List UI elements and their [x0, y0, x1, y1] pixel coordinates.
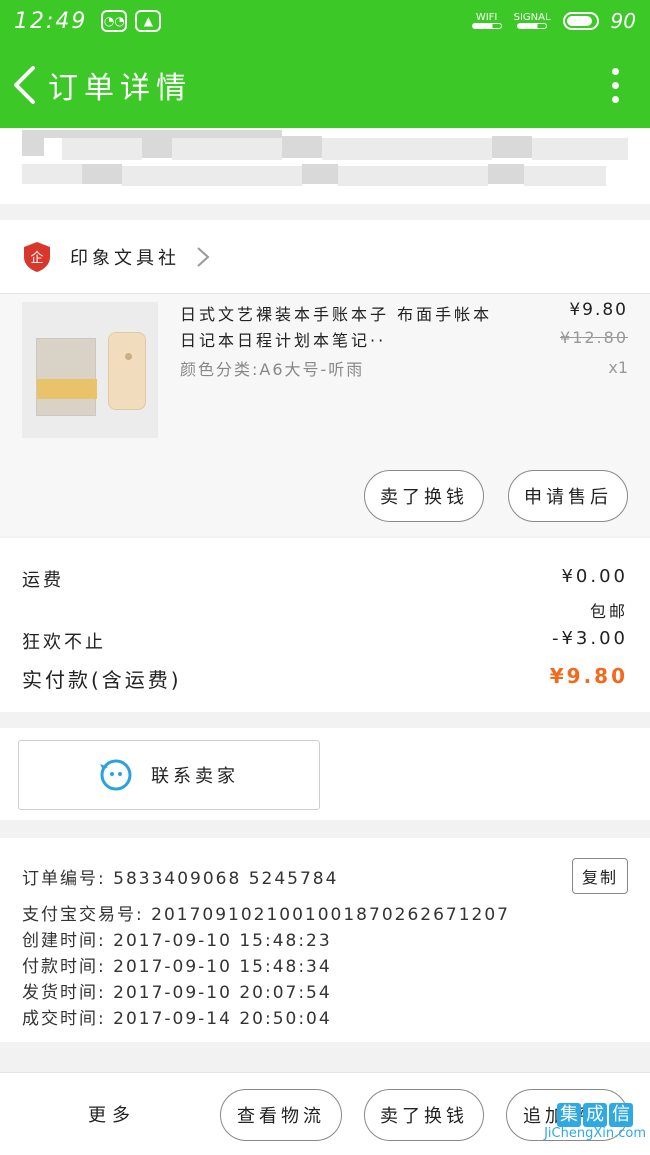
total-row: 实付款(含运费) ¥9.80 [22, 664, 628, 692]
shipped-time: 发货时间: 2017-09-10 20:07:54 [22, 983, 332, 1003]
total-amount: ¥9.80 [549, 664, 628, 688]
product-title: 日式文艺裸装本手账本子 布面手帐本日记本日程计划本笔记·· [180, 305, 493, 350]
resell-button-bottom[interactable]: 卖了换钱 [364, 1089, 484, 1141]
contact-seller-label: 联系卖家 [151, 766, 239, 787]
enterprise-shop-icon: 企 [22, 241, 52, 273]
product-spec: 颜色分类:A6大号-听雨 [180, 360, 365, 379]
product-thumbnail[interactable] [22, 302, 158, 438]
wifi-indicator: WIFI [471, 13, 502, 29]
copy-button[interactable]: 复制 [572, 858, 628, 894]
battery-icon [562, 12, 599, 30]
svg-text:企: 企 [30, 250, 43, 266]
order-number: 订单编号: 5833409068 5245784 [22, 869, 339, 889]
app-bar: 订单详情 [0, 42, 650, 128]
overflow-menu-button[interactable] [580, 42, 650, 128]
paid-time: 付款时间: 2017-09-10 15:48:34 [22, 957, 332, 977]
alipay-transaction-number: 支付宝交易号: 2017091021001001870262671207 [22, 905, 510, 925]
fee-summary: 运费 ¥0.00 包邮 狂欢不止 -¥3.00 实付款(含运费) ¥9.80 [0, 538, 650, 712]
bottom-action-bar: 更多 查看物流 卖了换钱 追加评价 集 成 信 JiChengXin.com [0, 1072, 650, 1155]
wifi-icon [471, 23, 502, 29]
product-price: ¥9.80 [569, 300, 628, 320]
chat-bubble-icon [100, 759, 132, 791]
battery-level: 90 [610, 9, 636, 33]
back-button[interactable] [0, 42, 48, 128]
shipping-fee-row: 运费 ¥0.00 [22, 566, 628, 591]
product-quantity: x1 [608, 358, 628, 377]
shop-row[interactable]: 企 印象文具社 [0, 220, 650, 294]
watermark-logo: 集 成 信 JiChengXin.com [544, 1103, 646, 1141]
shop-name: 印象文具社 [70, 247, 180, 269]
created-time: 创建时间: 2017-09-10 15:48:23 [22, 931, 332, 951]
order-info: 订单编号: 5833409068 5245784 复制 支付宝交易号: 2017… [0, 838, 650, 1042]
signal-icon [517, 23, 548, 29]
status-bar: 12:49 ◔◔ ▲ WIFI SIGNAL 90 [0, 0, 650, 42]
resell-button[interactable]: 卖了换钱 [364, 470, 484, 522]
back-arrow-icon [14, 66, 35, 104]
page-title: 订单详情 [48, 71, 192, 106]
product-original-price: ¥12.80 [560, 328, 628, 347]
view-logistics-button[interactable]: 查看物流 [220, 1089, 342, 1141]
status-time: 12:49 [14, 8, 88, 34]
after-sale-button[interactable]: 申请售后 [508, 470, 628, 522]
more-dots-icon [611, 67, 619, 75]
gallery-icon: ▲ [135, 10, 162, 32]
product-card[interactable]: 日式文艺裸装本手账本子 布面手帐本日记本日程计划本笔记·· 颜色分类:A6大号-… [0, 294, 650, 536]
contact-seller-button[interactable]: 联系卖家 [18, 740, 320, 810]
more-button[interactable]: 更多 [88, 1101, 136, 1127]
completed-time: 成交时间: 2017-09-14 20:50:04 [22, 1009, 332, 1029]
wechat-icon: ◔◔ [101, 10, 128, 32]
shipping-address-redacted [0, 128, 650, 204]
discount-row: 狂欢不止 -¥3.00 [22, 628, 628, 653]
signal-indicator: SIGNAL [514, 13, 551, 29]
chevron-right-icon [197, 246, 210, 267]
shipping-note: 包邮 [589, 602, 628, 621]
